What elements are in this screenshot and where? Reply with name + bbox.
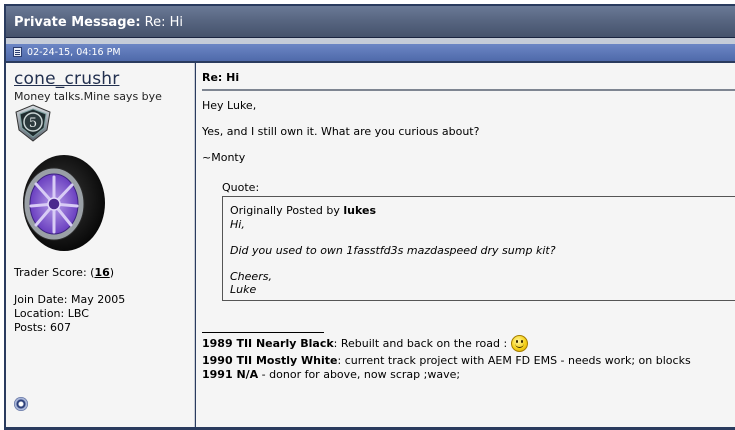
signature-line: 1990 TII Mostly White: current track pro… — [202, 354, 691, 367]
quote-line: Did you used to own 1fasstfd3s mazdaspee… — [230, 244, 556, 257]
trader-score: Trader Score: (16) — [14, 266, 114, 279]
online-status-icon[interactable] — [14, 397, 28, 411]
rank-badge-icon: 5 — [15, 104, 51, 142]
message-panel: Re: Hi Hey Luke, Yes, and I still own it… — [196, 63, 735, 427]
signature-line: 1989 TII Nearly Black: Rebuilt and back … — [202, 335, 528, 352]
quote-line: Hi, — [230, 218, 245, 231]
signature-car-text: : current track project with AEM FD EMS … — [337, 354, 691, 367]
title-bar: Private Message: Re: Hi — [6, 6, 735, 38]
signature-car-text: - donor for above, now scrap ;wave; — [258, 368, 461, 381]
quote-label: Quote: — [222, 181, 260, 194]
message-line-greeting: Hey Luke, — [202, 99, 257, 112]
quote-author: lukes — [343, 204, 377, 217]
signature-car-text: : Rebuilt and back on the road : — [333, 337, 508, 350]
quote-line: Cheers, — [230, 270, 272, 283]
quote-box: Originally Posted by lukes Hi, Did you u… — [222, 196, 735, 301]
quote-prefix: Originally Posted by — [230, 204, 340, 217]
join-date: Join Date: May 2005 — [14, 293, 126, 306]
quote-line: Luke — [230, 283, 257, 296]
post-icon — [13, 47, 22, 57]
message-line-signoff: ~Monty — [202, 151, 246, 164]
signature-car-name: 1989 TII Nearly Black — [202, 337, 334, 350]
trader-score-link[interactable]: 16 — [94, 266, 109, 279]
user-info-panel: cone_crushr Money talks.Mine says bye 5 — [6, 63, 195, 427]
user-title: Money talks.Mine says bye — [14, 90, 162, 103]
message-line-body: Yes, and I still own it. What are you cu… — [202, 125, 480, 138]
message-title: Re: Hi — [202, 71, 240, 84]
signature-divider — [202, 332, 324, 333]
wheel-avatar — [23, 155, 105, 251]
signature-car-name: 1991 N/A — [202, 368, 259, 381]
quote-attribution: Originally Posted by lukes — [230, 204, 376, 217]
badge-number: 5 — [29, 116, 37, 131]
message-title-divider — [202, 89, 735, 91]
post-date: 02-24-15, 04:16 PM — [27, 47, 121, 58]
post-count: Posts: 607 — [14, 321, 71, 334]
username-link[interactable]: cone_crushr — [14, 69, 119, 89]
post-date-bar: 02-24-15, 04:16 PM — [6, 44, 735, 61]
title-label: Private Message: — [14, 15, 141, 30]
location: Location: LBC — [14, 307, 89, 320]
smiley-icon — [510, 335, 528, 352]
title-subject: Re: Hi — [144, 15, 184, 30]
trader-score-label: Trader Score: ( — [14, 266, 95, 279]
signature-line: 1991 N/A - donor for above, now scrap ;w… — [202, 368, 460, 381]
trader-score-close: ) — [109, 266, 115, 279]
signature-car-name: 1990 TII Mostly White — [202, 354, 338, 367]
